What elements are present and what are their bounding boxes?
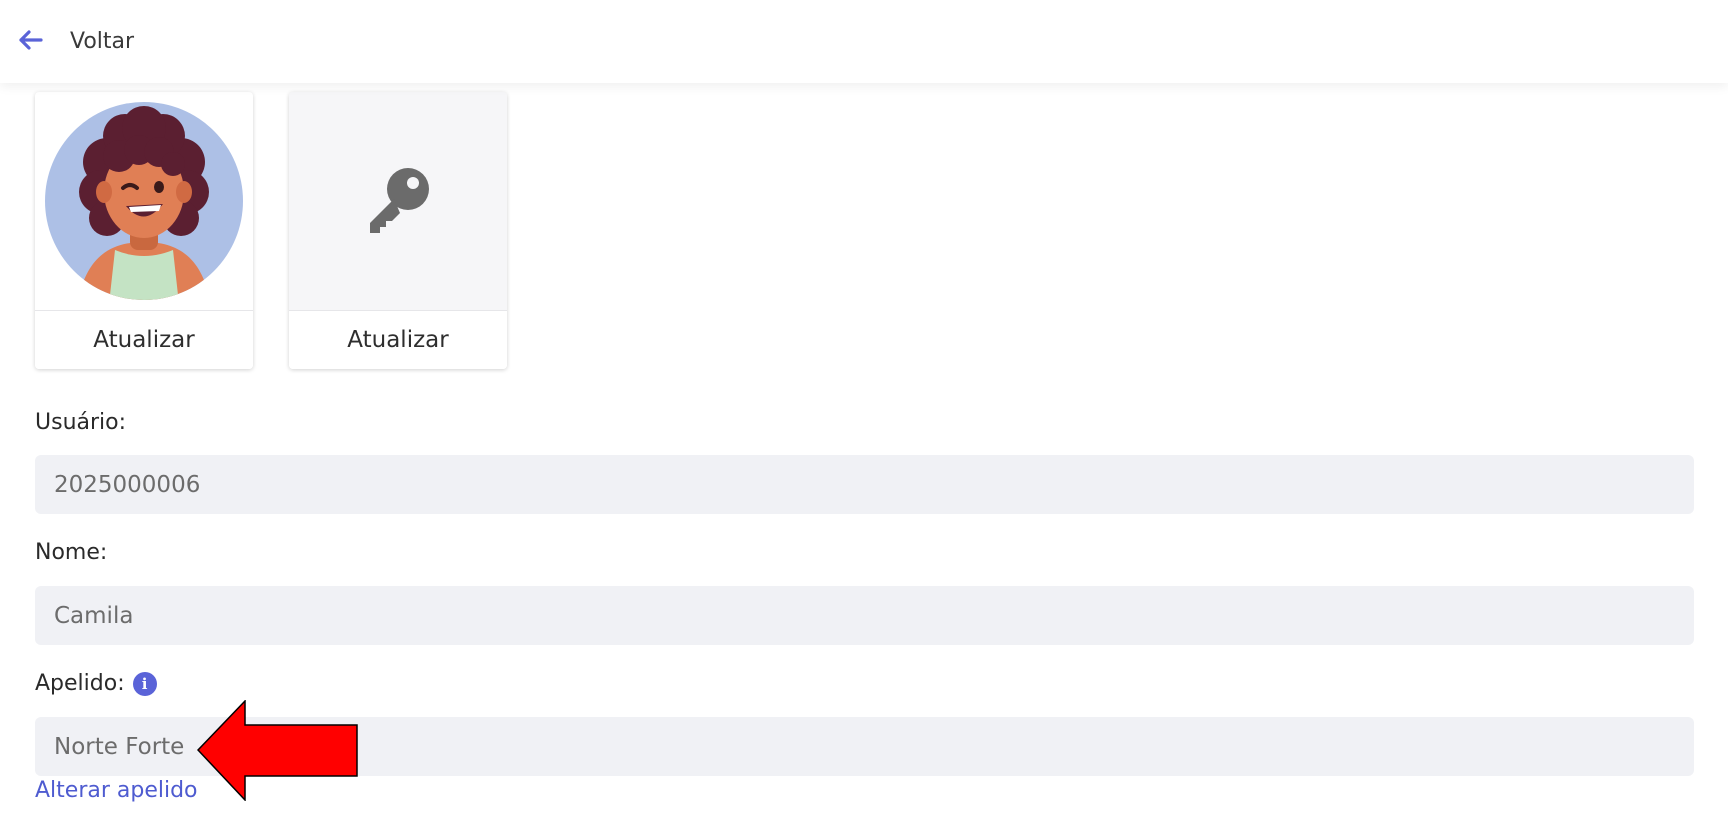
- username-value: 2025000006: [54, 471, 201, 498]
- password-card: Atualizar: [289, 92, 507, 369]
- nickname-label: Apelido: i: [35, 671, 157, 696]
- red-arrow-annotation: [197, 700, 358, 801]
- username-field[interactable]: 2025000006: [35, 455, 1694, 514]
- password-media: [289, 92, 507, 310]
- update-password-button[interactable]: Atualizar: [289, 310, 507, 369]
- name-field[interactable]: Camila: [35, 586, 1694, 645]
- name-value: Camila: [54, 602, 134, 629]
- top-bar: Voltar: [0, 0, 1728, 83]
- info-icon[interactable]: i: [132, 671, 157, 696]
- profile-cards: Atualizar Atualizar: [35, 92, 507, 369]
- name-label-text: Nome:: [35, 540, 108, 565]
- name-label: Nome:: [35, 540, 107, 565]
- arrow-left-icon: [16, 26, 44, 58]
- avatar-card: Atualizar: [35, 92, 253, 369]
- change-nickname-link[interactable]: Alterar apelido: [35, 778, 198, 803]
- back-button[interactable]: Voltar: [0, 0, 134, 83]
- key-icon: [362, 163, 434, 239]
- nickname-value: Norte Forte: [54, 733, 185, 760]
- avatar-image: [35, 92, 253, 310]
- username-label: Usuário:: [35, 410, 126, 435]
- username-label-text: Usuário:: [35, 410, 127, 435]
- nickname-label-text: Apelido:: [35, 671, 125, 696]
- back-label: Voltar: [70, 29, 135, 54]
- update-avatar-button[interactable]: Atualizar: [35, 310, 253, 369]
